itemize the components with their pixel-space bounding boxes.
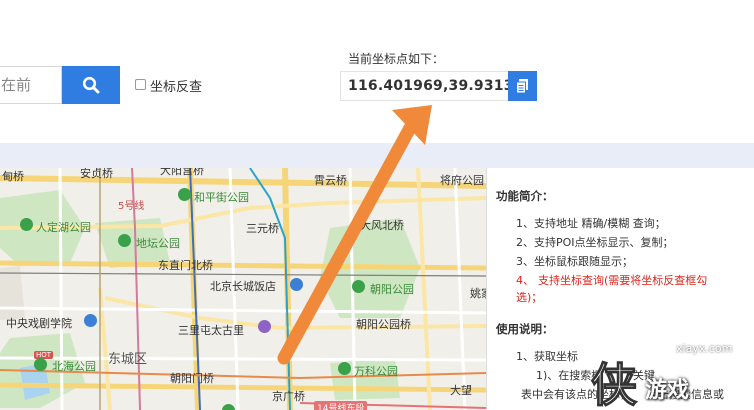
intro-item: 1、支持地址 精确/模糊 查询； xyxy=(516,217,666,230)
map-label: 朝阳公园桥 xyxy=(356,318,411,331)
shopping-pin-icon xyxy=(258,320,271,333)
map-label: 三元桥 xyxy=(246,222,279,235)
map-label: 安贞桥 xyxy=(80,168,113,180)
map-label: 三里屯太古里 xyxy=(178,324,244,337)
map-label: 京广桥 xyxy=(272,390,305,403)
map-label: 朝阳公园 xyxy=(370,283,414,296)
usage-title: 使用说明： xyxy=(496,322,554,336)
park-pin-icon xyxy=(178,188,191,201)
header-band xyxy=(0,143,754,168)
intro-item-4: 支持坐标查询(需要将坐标反查框勾 xyxy=(538,274,708,287)
map-label: 万科公园 xyxy=(354,365,398,378)
intro-item-4-num: 4、 xyxy=(516,274,534,287)
map-label: 中央戏剧学院 xyxy=(6,317,72,330)
metro-line-badge: 14号线东段 xyxy=(314,401,368,410)
map-label: 北京长城饭店 xyxy=(210,280,276,293)
coord-value: 116.401969,39.931314 xyxy=(348,78,534,94)
reverse-lookup-label: 坐标反查 xyxy=(150,80,203,95)
map-view[interactable]: 甸桥 安贞桥 大阳宫桥 霄云桥 将府公园 和平街公园 5号线 人定湖公园 三元桥… xyxy=(0,168,486,410)
park-pin-icon xyxy=(338,362,351,375)
map-label: 北海公园 xyxy=(52,360,96,373)
intro-item-4-cont: 选)； xyxy=(516,291,543,304)
intro-title: 功能简介： xyxy=(496,189,554,203)
map-label: 甸桥 xyxy=(2,170,24,183)
intro-item: 2、支持POI点坐标显示、复制； xyxy=(516,236,674,249)
watermark-text: 游戏 xyxy=(645,378,690,403)
hotel-pin-icon xyxy=(290,278,303,291)
reverse-lookup-checkbox[interactable] xyxy=(135,79,146,90)
search-button[interactable] xyxy=(62,66,120,104)
map-label: 大阳宫桥 xyxy=(160,168,204,177)
usage-item: 1、获取坐标 xyxy=(516,350,578,363)
coord-title: 当前坐标点如下： xyxy=(348,52,445,66)
park-pin-icon xyxy=(20,218,33,231)
watermark-site: xiayx.com xyxy=(676,342,733,355)
map-label: 将府公园 xyxy=(440,174,484,187)
intro-item: 3、坐标鼠标跟随显示； xyxy=(516,255,633,268)
search-icon xyxy=(82,76,100,94)
copy-icon xyxy=(516,79,528,94)
map-label: 姚家 xyxy=(470,287,486,300)
map-label: 和平街公园 xyxy=(194,191,249,204)
school-pin-icon xyxy=(84,314,97,327)
map-label: 地坛公园 xyxy=(136,237,180,250)
search-input[interactable]: 在前 xyxy=(0,66,62,104)
park-pin-icon xyxy=(118,234,131,247)
park-pin-icon xyxy=(222,404,235,410)
map-label: 大望 xyxy=(450,384,472,397)
park-pin-icon xyxy=(34,358,47,371)
map-label: 大风北桥 xyxy=(360,219,404,232)
map-label: 人定湖公园 xyxy=(36,221,91,234)
map-label: 霄云桥 xyxy=(314,174,347,187)
map-label: 朝阳门桥 xyxy=(170,372,214,385)
map-label: 东直门北桥 xyxy=(158,259,213,272)
park-pin-icon xyxy=(352,280,365,293)
copy-button[interactable] xyxy=(508,71,537,101)
district-label: 东城区 xyxy=(108,352,148,367)
watermark-logo-char: 侠 xyxy=(591,358,638,410)
map-label: 5号线 xyxy=(118,201,145,212)
